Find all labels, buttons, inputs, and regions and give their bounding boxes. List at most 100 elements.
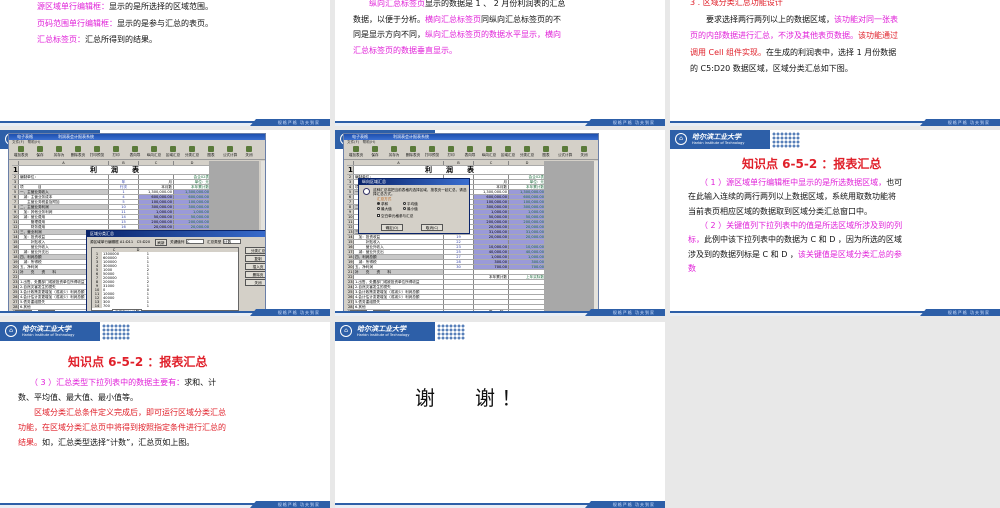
radio-icon[interactable]: [403, 202, 406, 205]
cell[interactable]: 年: [109, 180, 139, 184]
slide-2[interactable]: 规格严格 功夫到家 纵向汇总标签页显示的数据是 1 、 2 月份利润表的汇总 数据…: [335, 0, 665, 126]
cell[interactable]: 31,000.00: [474, 230, 509, 234]
toolbar-button[interactable]: 分类汇总: [518, 145, 536, 159]
cell[interactable]: 28: [444, 260, 474, 264]
row-number[interactable]: 17: [347, 250, 354, 254]
toolbar-button[interactable]: 表向导: [126, 145, 144, 159]
cell[interactable]: 22: [444, 240, 474, 244]
row-number[interactable]: 22: [347, 275, 354, 279]
toolbar-button[interactable]: 分类汇总: [183, 145, 201, 159]
toolbar-button[interactable]: 纵向汇总: [480, 145, 498, 159]
cell[interactable]: 14: [109, 215, 139, 219]
cell[interactable]: 11: [109, 210, 139, 214]
cell[interactable]: 1,000.00: [474, 255, 509, 259]
cell[interactable]: 50,000.00: [174, 215, 211, 219]
row-number[interactable]: 24: [12, 285, 19, 289]
row-number[interactable]: 13: [12, 230, 19, 234]
cell[interactable]: 10,000.00: [509, 245, 546, 249]
cell[interactable]: 会企02表: [509, 175, 546, 179]
toolbar-button[interactable]: 另存为: [50, 145, 68, 159]
row-number[interactable]: 8: [347, 205, 354, 209]
cell[interactable]: 200,000.00: [509, 220, 546, 224]
cell[interactable]: 10: [109, 205, 139, 209]
list-cell[interactable]: 700: [102, 304, 126, 308]
cell[interactable]: 1,000.00: [139, 210, 174, 214]
row-number[interactable]: 1: [347, 166, 354, 174]
cell[interactable]: 5.债务重组损失: [354, 300, 444, 304]
cell[interactable]: 管理费用: [19, 220, 109, 224]
cell[interactable]: 100,000.00: [509, 200, 546, 204]
list-cell[interactable]: 1: [126, 304, 150, 308]
row-number[interactable]: 10: [347, 215, 354, 219]
cell[interactable]: 23: [444, 245, 474, 249]
source-range-field[interactable]: 源区域单行编辑框 A1:D11 C5:D20: [90, 240, 150, 245]
column-header[interactable]: A: [19, 161, 109, 165]
cell[interactable]: 30: [444, 265, 474, 269]
cell[interactable]: [109, 175, 139, 179]
cell[interactable]: 减：营业外支出: [354, 250, 444, 254]
cell[interactable]: 200,000.00: [174, 220, 211, 224]
column-header[interactable]: B: [444, 161, 474, 165]
cell[interactable]: 300,000.00: [509, 205, 546, 209]
row-number[interactable]: 5: [347, 190, 354, 194]
row-number[interactable]: 1: [12, 166, 19, 174]
cell[interactable]: 4.会计估计变更增加（或减少）利润总额: [354, 295, 444, 299]
cell[interactable]: 会企02表: [174, 175, 211, 179]
cell[interactable]: [509, 290, 546, 294]
cell[interactable]: 1,000.00: [509, 255, 546, 259]
cell[interactable]: [139, 175, 174, 179]
cell[interactable]: 600,000.00: [474, 195, 509, 199]
radio-icon[interactable]: [377, 202, 380, 205]
cell[interactable]: [474, 295, 509, 299]
cell[interactable]: 100,000.00: [474, 200, 509, 204]
radio-icon[interactable]: [403, 207, 406, 210]
row-number[interactable]: 4: [347, 185, 354, 189]
row-number[interactable]: 27: [347, 300, 354, 304]
row-number[interactable]: 23: [12, 280, 19, 284]
spreadsheet-window[interactable]: 电子表格 利润表会计报表系统 文件(F) 帮助(H) 增加表页 保存 另存为 删除表页 打印预…: [343, 133, 599, 316]
cell[interactable]: 上年实际数: [509, 275, 546, 279]
cell[interactable]: 100,000.00: [139, 200, 174, 204]
cell[interactable]: 700.00: [509, 265, 546, 269]
row-number[interactable]: 7: [12, 200, 19, 204]
cell[interactable]: 1,300,000.00: [474, 190, 509, 194]
cell[interactable]: 营业外收入: [354, 245, 444, 249]
cell[interactable]: 1: [109, 190, 139, 194]
cell[interactable]: 减：主营业务成本: [19, 195, 109, 199]
row-number[interactable]: 2: [347, 175, 354, 179]
toolbar-button[interactable]: 区域汇总: [164, 145, 182, 159]
cell[interactable]: 四、利润总额: [354, 255, 444, 259]
cell[interactable]: 2.自然灾害发生的损失: [354, 285, 444, 289]
row-number[interactable]: 16: [12, 245, 19, 249]
row-number[interactable]: 12: [347, 225, 354, 229]
row-number[interactable]: 15: [347, 240, 354, 244]
toolbar-button[interactable]: 打印: [107, 145, 125, 159]
cell[interactable]: [474, 270, 509, 274]
row-number[interactable]: 10: [12, 215, 19, 219]
cell[interactable]: 本年累计数: [509, 185, 546, 189]
cell[interactable]: 行次: [109, 185, 139, 189]
column-header[interactable]: A: [354, 161, 444, 165]
cell[interactable]: [509, 285, 546, 289]
row-number[interactable]: 20: [12, 265, 19, 269]
row-number[interactable]: 14: [347, 235, 354, 239]
row-number[interactable]: 2: [12, 175, 19, 179]
column-header[interactable]: C: [139, 161, 174, 165]
vertical-summary-dialog[interactable]: 纵向区域汇总 这种汇总将把当前表格内选择区域，按表页一起汇总，请选择汇总方式。 汇总…: [358, 178, 470, 234]
cell[interactable]: 利 润 表: [354, 166, 546, 174]
slide-4[interactable]: ⌂ 电子表格利润表会计报表系统文件(F) 帮助(H)增加表页保存另存为删除表页打…: [0, 130, 330, 316]
cell[interactable]: 本月数: [474, 185, 509, 189]
row-number[interactable]: 14: [12, 235, 19, 239]
cell[interactable]: 利 润 表: [19, 166, 211, 174]
cell[interactable]: 一、主营业务收入: [19, 190, 109, 194]
cell[interactable]: [509, 305, 546, 309]
toolbar-button[interactable]: 关闭: [575, 145, 593, 159]
slide-7[interactable]: ⌂ 哈尔滨工业大学 Harbin Institute of Technology 知…: [0, 322, 330, 508]
cell[interactable]: 600,000.00: [139, 195, 174, 199]
cell[interactable]: 3.会计政策变更增加（或减少）利润总额: [354, 290, 444, 294]
row-number[interactable]: 8: [12, 205, 19, 209]
cell[interactable]: 减：所得税: [354, 260, 444, 264]
cell[interactable]: [444, 285, 474, 289]
row-number[interactable]: 4: [12, 185, 19, 189]
toolbar-button[interactable]: 打印预览: [423, 145, 441, 159]
